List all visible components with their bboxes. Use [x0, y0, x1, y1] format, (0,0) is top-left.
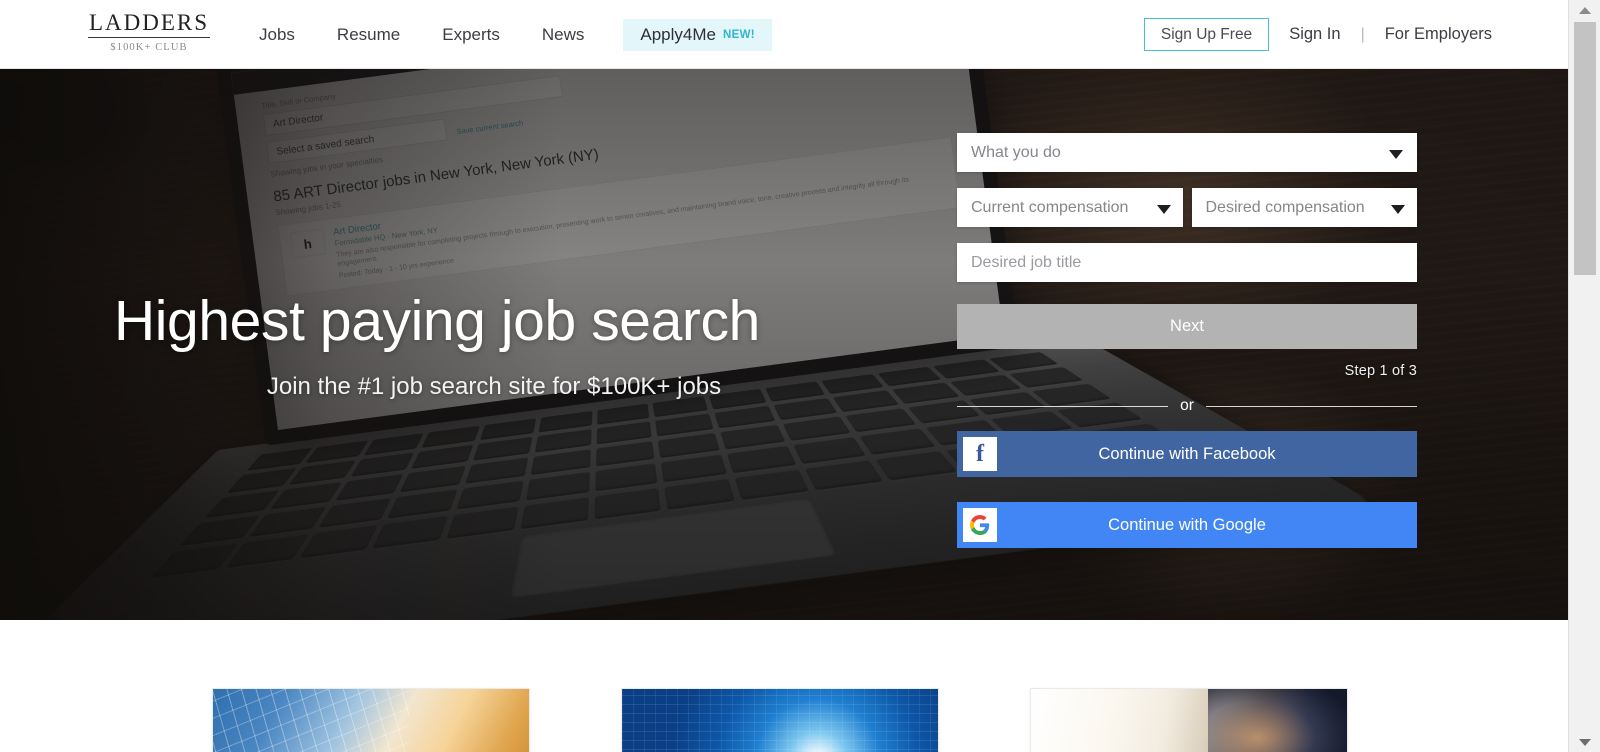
card-tech[interactable]: [621, 688, 939, 752]
chevron-down-icon: [1391, 204, 1405, 214]
chevron-down-icon: [1389, 149, 1403, 159]
google-icon: [963, 508, 997, 542]
page-root: LADDERS $100K+ CLUB Jobs Resume Experts …: [0, 0, 1600, 752]
what-you-do-value: What you do: [971, 143, 1061, 161]
hero-title: Highest paying job search: [114, 289, 760, 353]
nav-jobs[interactable]: Jobs: [238, 0, 316, 69]
scrollbar-thumb[interactable]: [1574, 22, 1596, 275]
ladders-logo[interactable]: LADDERS $100K+ CLUB: [88, 10, 210, 54]
site-header: LADDERS $100K+ CLUB Jobs Resume Experts …: [0, 0, 1568, 69]
desired-job-title-input[interactable]: Desired job title: [957, 243, 1417, 282]
cards-row: [212, 688, 1348, 752]
header-separator: |: [1360, 25, 1365, 43]
scroll-down-arrow-icon[interactable]: [1569, 732, 1600, 752]
nav-news[interactable]: News: [521, 0, 606, 69]
logo-tagline: $100K+ CLUB: [110, 42, 188, 53]
header-actions: Sign Up Free Sign In | For Employers: [1143, 0, 1492, 69]
compensation-row: Current compensation Desired compensatio…: [957, 188, 1417, 227]
facebook-button-label: Continue with Facebook: [1098, 444, 1276, 463]
card-office-image: [1031, 689, 1347, 752]
vertical-scrollbar[interactable]: [1568, 0, 1600, 752]
sign-in-link[interactable]: Sign In: [1289, 25, 1340, 44]
hero-copy: Highest paying job search Join the #1 jo…: [114, 287, 874, 401]
card-tech-image: [622, 689, 938, 752]
card-building[interactable]: [212, 688, 530, 752]
browser-viewport: LADDERS $100K+ CLUB Jobs Resume Experts …: [0, 0, 1568, 752]
current-compensation-value: Current compensation: [971, 198, 1129, 216]
scroll-up-arrow-icon[interactable]: [1569, 0, 1600, 20]
sign-up-free-button[interactable]: Sign Up Free: [1143, 18, 1270, 51]
facebook-glyph: f: [976, 441, 984, 467]
google-button-label: Continue with Google: [1108, 515, 1266, 534]
chevron-down-icon: [1156, 204, 1171, 214]
desired-compensation-value: Desired compensation: [1205, 198, 1365, 216]
what-you-do-select[interactable]: What you do: [957, 133, 1417, 172]
nav-experts[interactable]: Experts: [421, 0, 521, 69]
signup-form: What you do Current compensation Desired…: [957, 133, 1417, 548]
desired-job-title-placeholder: Desired job title: [971, 253, 1082, 271]
new-badge: NEW!: [723, 28, 755, 41]
nav-resume[interactable]: Resume: [316, 0, 421, 69]
hero-section: LADDERS Title, Skill or Company Art Dire…: [0, 69, 1568, 620]
hero-subtitle: Join the #1 job search site for $100K+ j…: [266, 373, 722, 400]
card-office[interactable]: [1030, 688, 1348, 752]
next-button[interactable]: Next: [957, 304, 1417, 349]
google-g-glyph: [970, 515, 990, 535]
desired-compensation-select[interactable]: Desired compensation: [1191, 188, 1417, 227]
logo-wordmark: LADDERS: [88, 10, 210, 38]
step-indicator: Step 1 of 3: [1344, 363, 1417, 379]
continue-with-google-button[interactable]: Continue with Google: [957, 502, 1417, 548]
facebook-icon: f: [963, 437, 997, 471]
for-employers-link[interactable]: For Employers: [1385, 25, 1492, 44]
or-divider: or: [957, 397, 1417, 415]
cards-section: [0, 620, 1568, 752]
nav-apply4me[interactable]: Apply4Me NEW!: [623, 18, 772, 51]
primary-nav: Jobs Resume Experts News Apply4Me NEW!: [238, 0, 772, 69]
continue-with-facebook-button[interactable]: f Continue with Facebook: [957, 431, 1417, 477]
current-compensation-select[interactable]: Current compensation: [957, 188, 1183, 227]
card-building-image: [213, 689, 529, 752]
or-label: or: [1180, 397, 1194, 414]
nav-apply4me-label: Apply4Me: [640, 24, 716, 44]
